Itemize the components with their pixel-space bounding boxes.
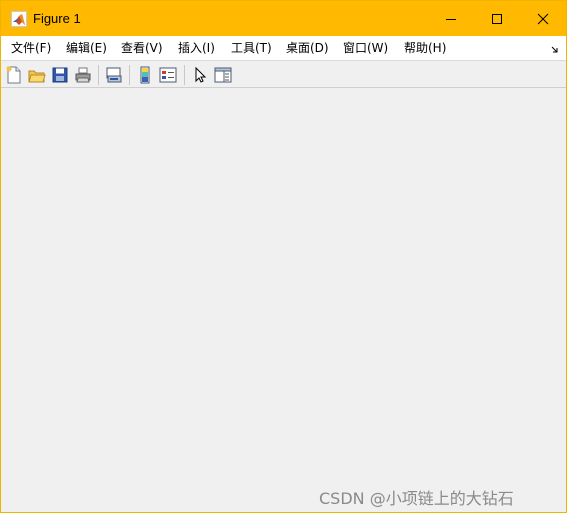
menu-tools[interactable]: 工具(T) bbox=[231, 41, 272, 55]
toolbar-separator bbox=[129, 65, 130, 85]
menu-desktop[interactable]: 桌面(D) bbox=[286, 41, 329, 55]
insert-colorbar-button[interactable] bbox=[136, 66, 154, 84]
menu-view[interactable]: 查看(V) bbox=[121, 41, 163, 55]
menu-insert[interactable]: 插入(I) bbox=[178, 41, 215, 55]
open-file-icon bbox=[28, 70, 46, 83]
matlab-icon bbox=[11, 11, 27, 27]
figure-canvas[interactable] bbox=[1, 88, 566, 512]
print-icon bbox=[75, 67, 91, 83]
new-figure-icon bbox=[6, 66, 21, 84]
close-button[interactable] bbox=[520, 1, 566, 36]
toolbar-separator bbox=[184, 65, 185, 85]
maximize-icon bbox=[492, 13, 502, 24]
minimize-button[interactable] bbox=[428, 1, 474, 36]
print-button[interactable] bbox=[74, 66, 92, 84]
save-button[interactable] bbox=[51, 66, 69, 84]
insert-colorbar-icon bbox=[140, 66, 150, 84]
link-plot-button[interactable] bbox=[105, 66, 123, 84]
property-inspector-button[interactable] bbox=[214, 66, 232, 84]
menu-file[interactable]: 文件(F) bbox=[11, 41, 51, 55]
insert-legend-button[interactable] bbox=[159, 66, 177, 84]
window-title: Figure 1 bbox=[33, 11, 81, 26]
maximize-button[interactable] bbox=[474, 1, 520, 36]
minimize-icon bbox=[446, 18, 456, 20]
edit-plot-button[interactable] bbox=[191, 66, 209, 84]
new-figure-button[interactable] bbox=[5, 66, 23, 84]
close-icon bbox=[537, 13, 549, 24]
menu-bar: 文件(F) 编辑(E) 查看(V) 插入(I) 工具(T) 桌面(D) 窗口(W… bbox=[1, 36, 566, 60]
link-plot-icon bbox=[106, 67, 122, 83]
title-bar[interactable]: Figure 1 bbox=[1, 1, 566, 36]
watermark: CSDN @小项链上的大钻石 bbox=[319, 489, 514, 508]
save-icon bbox=[52, 67, 68, 83]
figure-toolbar bbox=[1, 60, 566, 88]
figure-window: Figure 1 文件(F) 编辑(E) 查看(V) 插入(I) 工具(T) 桌… bbox=[0, 0, 567, 513]
menu-edit[interactable]: 编辑(E) bbox=[66, 41, 107, 55]
menu-help[interactable]: 帮助(H) bbox=[404, 41, 446, 55]
insert-legend-icon bbox=[159, 67, 177, 83]
open-property-inspector-icon bbox=[214, 67, 232, 83]
menu-window[interactable]: 窗口(W) bbox=[343, 41, 388, 55]
menu-expand-arrow-icon[interactable] bbox=[551, 43, 559, 53]
toolbar-separator bbox=[98, 65, 99, 85]
open-file-button[interactable] bbox=[28, 66, 46, 84]
edit-plot-pointer-icon bbox=[195, 66, 207, 83]
